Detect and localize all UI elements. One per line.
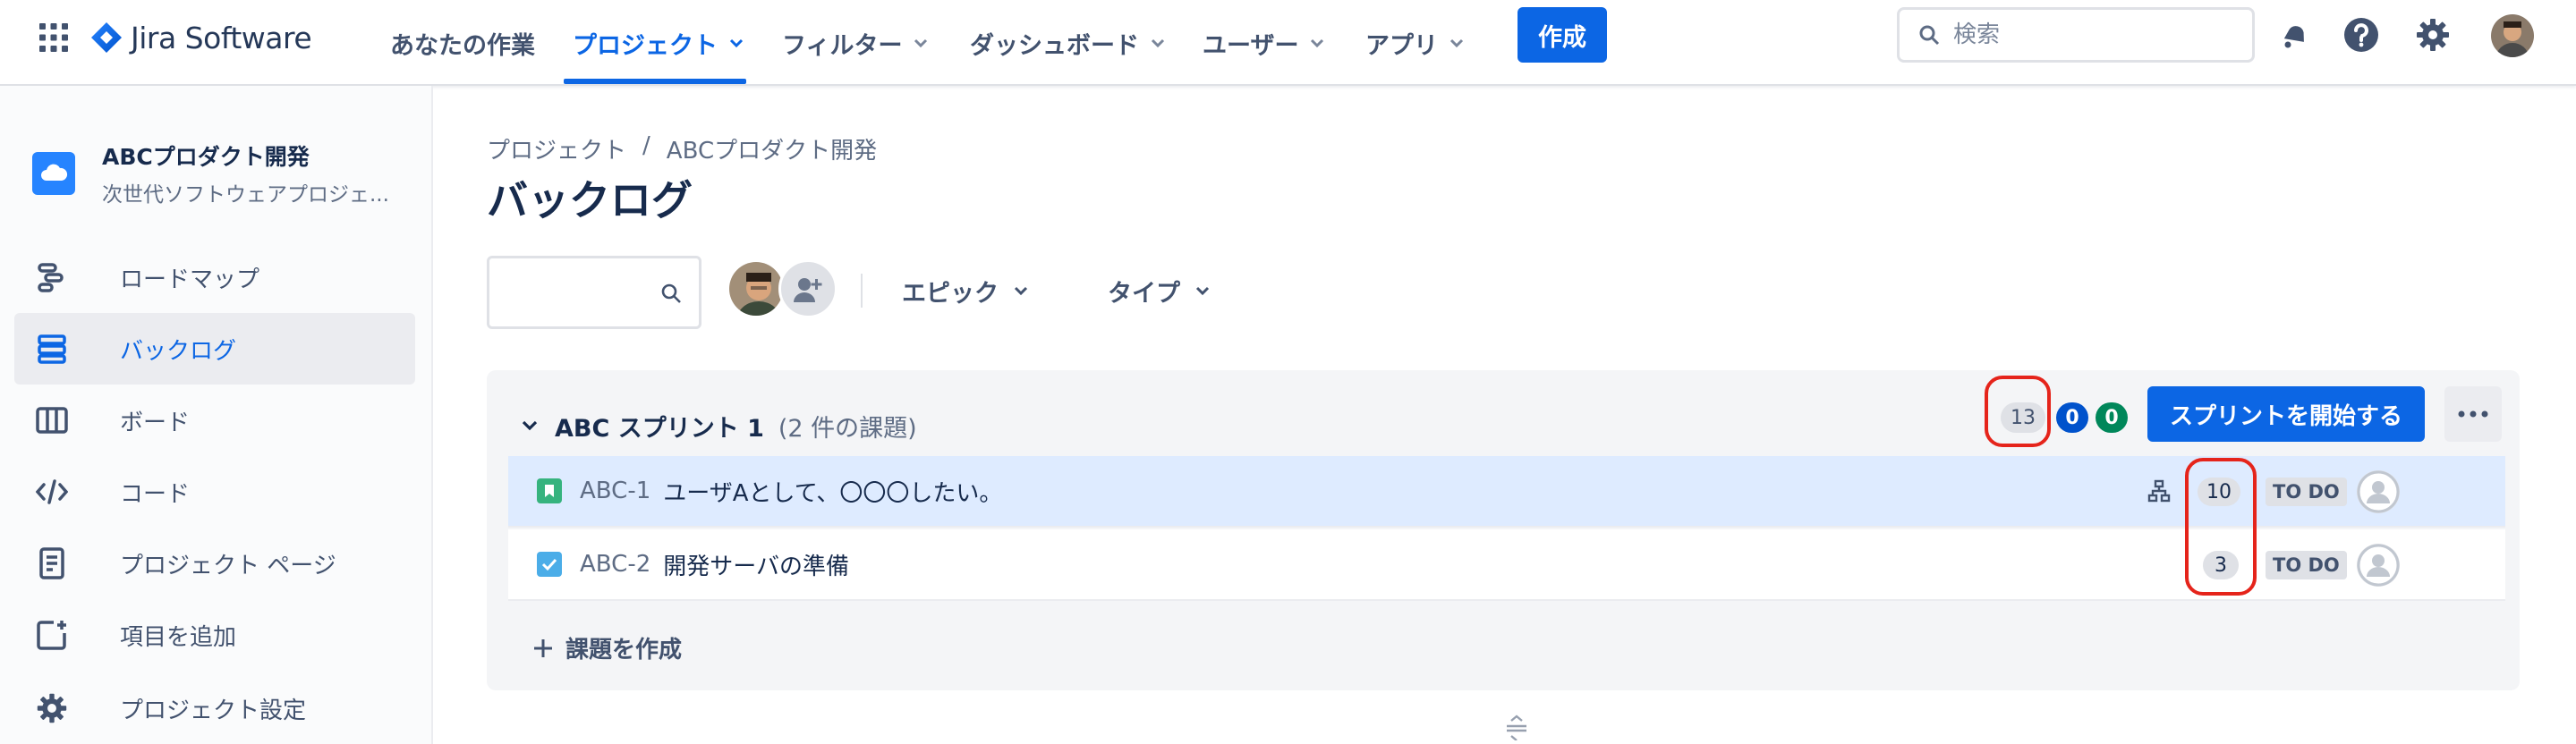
- assignee-filter-avatar[interactable]: [727, 259, 786, 318]
- breadcrumb-project[interactable]: ABCプロダクト開発: [667, 132, 877, 165]
- sidebar-item-label: バックログ: [120, 337, 237, 365]
- status-badge[interactable]: TO DO: [2266, 478, 2347, 506]
- sidebar-item-label: ロードマップ: [120, 266, 260, 293]
- sidebar-item-label: プロジェクト設定: [120, 697, 307, 724]
- more-actions-icon[interactable]: [2444, 386, 2502, 442]
- project-name: ABCプロダクト開発: [102, 144, 310, 170]
- annotation-highlight: [2185, 458, 2257, 596]
- child-issues-icon: [2147, 479, 2171, 503]
- type-filter-dropdown[interactable]: タイプ: [1108, 268, 1211, 313]
- project-sidebar: ABCプロダクト開発 次世代ソフトウェアプロジェ... ロードマップ バックログ…: [0, 86, 433, 744]
- issue-key[interactable]: ABC-1: [580, 478, 650, 504]
- user-avatar[interactable]: [2491, 14, 2534, 57]
- chevron-down-icon: [913, 38, 929, 48]
- project-header[interactable]: ABCプロダクト開発 次世代ソフトウェアプロジェ...: [32, 140, 389, 207]
- nav-apps[interactable]: アプリ: [1365, 0, 1465, 86]
- sidebar-item-roadmap[interactable]: ロードマップ: [14, 241, 415, 313]
- nav-filters[interactable]: フィルター: [782, 0, 929, 86]
- sprint-issue-count: (2 件の課題): [778, 414, 917, 443]
- sidebar-item-label: コード: [120, 480, 191, 508]
- start-sprint-button[interactable]: スプリントを開始する: [2147, 386, 2425, 442]
- nav-label: あなたの作業: [390, 31, 535, 60]
- drag-handle-icon[interactable]: [1503, 714, 1530, 740]
- issue-key[interactable]: ABC-2: [580, 551, 650, 578]
- nav-label: プロジェクト: [573, 31, 718, 60]
- app-switcher-icon[interactable]: [36, 20, 72, 55]
- search-icon: [659, 282, 683, 305]
- jira-diamond-icon: [89, 21, 123, 55]
- issue-summary[interactable]: 開発サーバの準備: [663, 548, 849, 581]
- create-issue-label: 課題を作成: [565, 637, 683, 664]
- annotation-highlight: [1985, 376, 2051, 447]
- create-button[interactable]: 作成: [1518, 7, 1607, 63]
- roadmap-icon: [34, 259, 70, 295]
- chevron-down-icon: [1150, 38, 1166, 48]
- plus-icon: [531, 637, 555, 660]
- search-field[interactable]: [1897, 7, 2255, 63]
- sprint-header[interactable]: ABC スプリント 1 (2 件の課題): [521, 397, 917, 454]
- sidebar-item-label: 項目を追加: [120, 623, 237, 651]
- type-filter-label: タイプ: [1108, 279, 1180, 308]
- breadcrumb-separator: /: [642, 132, 650, 159]
- breadcrumb: プロジェクト / ABCプロダクト開発: [487, 132, 877, 165]
- points-done-badge: 0: [2096, 402, 2128, 433]
- unassigned-avatar-icon[interactable]: [2357, 544, 2400, 587]
- issue-summary[interactable]: ユーザAとして、〇〇〇したい。: [663, 475, 1002, 508]
- nav-label: フィルター: [782, 31, 903, 60]
- status-badge[interactable]: TO DO: [2266, 551, 2347, 579]
- nav-label: アプリ: [1365, 31, 1438, 60]
- code-icon: [34, 474, 70, 510]
- search-input[interactable]: [1953, 21, 2222, 48]
- nav-projects[interactable]: プロジェクト: [573, 0, 744, 86]
- settings-icon: [34, 690, 70, 726]
- add-item-icon: [34, 617, 70, 653]
- nav-label: ユーザー: [1203, 31, 1299, 60]
- sidebar-item-add-item[interactable]: 項目を追加: [14, 599, 415, 671]
- story-icon: [537, 478, 562, 503]
- points-in-progress-badge: 0: [2056, 402, 2088, 433]
- sidebar-item-project-pages[interactable]: プロジェクト ページ: [14, 528, 415, 599]
- active-nav-indicator: [564, 79, 746, 84]
- page-icon: [34, 545, 70, 581]
- chevron-down-icon: [1194, 285, 1211, 296]
- jira-logo[interactable]: Jira Software: [89, 16, 312, 59]
- top-navigation: Jira Software あなたの作業 プロジェクト フィルター ダッシュボー…: [0, 0, 2576, 86]
- chevron-down-icon: [1449, 38, 1465, 48]
- logo-text: Jira Software: [131, 20, 312, 55]
- project-type: 次世代ソフトウェアプロジェ...: [102, 183, 389, 207]
- backlog-search-input[interactable]: [487, 256, 701, 329]
- sidebar-item-backlog[interactable]: バックログ: [14, 313, 415, 385]
- sidebar-item-code[interactable]: コード: [14, 456, 415, 528]
- task-icon: [537, 552, 562, 577]
- epic-filter-label: エピック: [902, 279, 999, 308]
- search-icon: [1917, 23, 1941, 46]
- nav-your-work[interactable]: あなたの作業: [390, 0, 535, 86]
- page-title: バックログ: [487, 176, 693, 224]
- chevron-down-icon: [728, 38, 744, 48]
- sidebar-item-label: プロジェクト ページ: [120, 552, 336, 579]
- chevron-down-icon: [1013, 285, 1029, 296]
- sidebar-item-board[interactable]: ボード: [14, 385, 415, 456]
- unassigned-avatar-icon[interactable]: [2357, 470, 2400, 513]
- nav-label: ダッシュボード: [970, 31, 1139, 60]
- collapse-chevron-icon[interactable]: [521, 419, 539, 432]
- help-icon[interactable]: [2341, 14, 2382, 55]
- sprint-name: ABC スプリント 1: [555, 414, 764, 443]
- epic-filter-dropdown[interactable]: エピック: [902, 268, 1029, 313]
- sidebar-item-project-settings[interactable]: プロジェクト設定: [14, 672, 415, 744]
- filter-divider: [861, 274, 863, 308]
- settings-icon[interactable]: [2412, 14, 2453, 55]
- notification-icon[interactable]: [2274, 14, 2316, 55]
- chevron-down-icon: [1309, 38, 1325, 48]
- board-icon: [34, 402, 70, 438]
- add-people-icon[interactable]: [778, 259, 837, 318]
- project-cloud-icon: [32, 152, 75, 195]
- sidebar-item-label: ボード: [120, 409, 191, 436]
- backlog-icon: [34, 331, 70, 367]
- nav-dashboards[interactable]: ダッシュボード: [970, 0, 1166, 86]
- nav-users[interactable]: ユーザー: [1203, 0, 1325, 86]
- breadcrumb-projects[interactable]: プロジェクト: [487, 132, 626, 165]
- create-issue-button[interactable]: 課題を作成: [531, 631, 682, 664]
